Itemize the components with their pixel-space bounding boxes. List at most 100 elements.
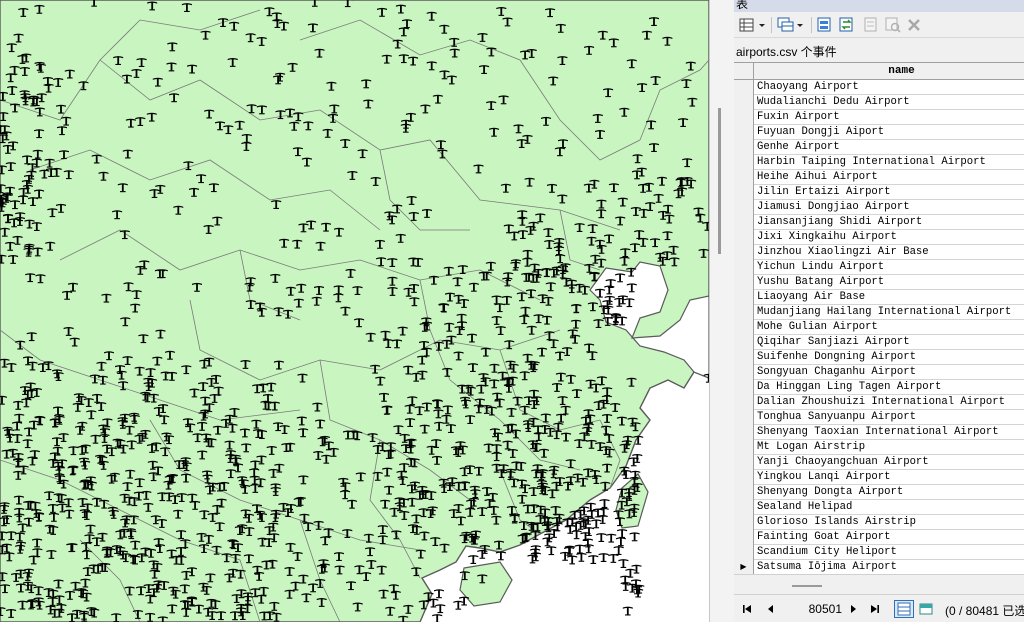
prev-record-button[interactable] (764, 602, 778, 616)
cell-name[interactable]: Songyuan Chaganhu Airport (757, 365, 916, 380)
row-selector[interactable] (734, 215, 754, 230)
table-row[interactable]: Wudalianchi Dedu Airport (734, 95, 1024, 110)
row-selector[interactable] (734, 365, 754, 380)
cell-name[interactable]: Fuyuan Dongji Aiport (757, 125, 884, 140)
row-selector[interactable] (734, 350, 754, 365)
table-row[interactable]: Yichun Lindu Airport (734, 260, 1024, 275)
table-row[interactable]: Yanji Chaoyangchuan Airport (734, 455, 1024, 470)
cell-name[interactable]: Tonghua Sanyuanpu Airport (757, 410, 916, 425)
map-view[interactable] (0, 0, 709, 622)
table-row[interactable]: Fainting Goat Airport (734, 530, 1024, 545)
row-selector[interactable] (734, 440, 754, 455)
show-all-records-button[interactable] (894, 600, 914, 618)
horizontal-scrollbar[interactable] (734, 574, 1024, 594)
row-selector[interactable] (734, 170, 754, 185)
table-row[interactable]: Glorioso Islands Airstrip (734, 515, 1024, 530)
attribute-grid[interactable]: name Chaoyang Airport Wudalianchi Dedu Ai… (734, 62, 1024, 575)
table-row[interactable]: Jilin Ertaizi Airport (734, 185, 1024, 200)
cell-name[interactable]: Qiqihar Sanjiazi Airport (757, 335, 910, 350)
zoom-to-selected-button[interactable] (884, 16, 902, 34)
row-selector[interactable] (734, 320, 754, 335)
table-row[interactable]: Jiamusi Dongjiao Airport (734, 200, 1024, 215)
cell-name[interactable]: Yingkou Lanqi Airport (757, 470, 891, 485)
last-record-button[interactable] (868, 602, 882, 616)
row-selector[interactable] (734, 95, 754, 110)
cell-name[interactable]: Sealand Helipad (757, 500, 852, 515)
map-canvas[interactable] (0, 0, 709, 622)
cell-name[interactable]: Liaoyang Air Base (757, 290, 865, 305)
cell-name[interactable]: Jiamusi Dongjiao Airport (757, 200, 910, 215)
delete-selected-button[interactable] (906, 16, 922, 34)
cell-name[interactable]: Wudalianchi Dedu Airport (757, 95, 910, 110)
table-row[interactable]: Mohe Gulian Airport (734, 320, 1024, 335)
table-options-button[interactable] (738, 16, 768, 34)
cell-name[interactable]: Genhe Airport (757, 140, 840, 155)
table-row[interactable]: Scandium City Heliport (734, 545, 1024, 560)
cell-name[interactable]: Jiansanjiang Shidi Airport (757, 215, 922, 230)
related-tables-button[interactable] (776, 16, 806, 34)
cell-name[interactable]: Jinzhou Xiaolingzi Air Base (757, 245, 929, 260)
cell-name[interactable]: Chaoyang Airport (757, 80, 859, 95)
switch-selection-button[interactable] (838, 16, 856, 34)
row-selector[interactable] (734, 140, 754, 155)
cell-name[interactable]: Dalian Zhoushuizi International Airport (757, 395, 1005, 410)
next-record-button[interactable] (846, 602, 860, 616)
cell-name[interactable]: Scandium City Heliport (757, 545, 897, 560)
cell-name[interactable]: Shenyang Taoxian International Airport (757, 425, 999, 440)
row-selector[interactable] (734, 530, 754, 545)
row-selector[interactable] (734, 335, 754, 350)
table-row[interactable]: Chaoyang Airport (734, 80, 1024, 95)
row-selector[interactable] (734, 290, 754, 305)
table-row[interactable]: Fuyuan Dongji Aiport (734, 125, 1024, 140)
table-row[interactable]: Suifenhe Dongning Airport (734, 350, 1024, 365)
row-selector[interactable] (734, 455, 754, 470)
row-selector[interactable] (734, 515, 754, 530)
row-selector[interactable]: ▶ (734, 560, 754, 575)
table-row[interactable]: Dalian Zhoushuizi International Airport (734, 395, 1024, 410)
cell-name[interactable]: Yushu Batang Airport (757, 275, 884, 290)
table-row[interactable]: Yushu Batang Airport (734, 275, 1024, 290)
cell-name[interactable]: Mudanjiang Hailang International Airport (757, 305, 1011, 320)
first-record-button[interactable] (740, 602, 754, 616)
cell-name[interactable]: Yichun Lindu Airport (757, 260, 884, 275)
row-selector[interactable] (734, 425, 754, 440)
record-number-input[interactable] (780, 600, 842, 617)
table-row[interactable]: Da Hinggan Ling Tagen Airport (734, 380, 1024, 395)
cell-name[interactable]: Harbin Taiping International Airport (757, 155, 986, 170)
grid-corner[interactable] (734, 63, 754, 79)
cell-name[interactable]: Mt Logan Airstrip (757, 440, 865, 455)
table-row[interactable]: Sealand Helipad (734, 500, 1024, 515)
row-selector[interactable] (734, 200, 754, 215)
row-selector[interactable] (734, 125, 754, 140)
table-row[interactable]: Qiqihar Sanjiazi Airport (734, 335, 1024, 350)
row-selector[interactable] (734, 80, 754, 95)
cell-name[interactable]: Shenyang Dongta Airport (757, 485, 903, 500)
table-row[interactable]: Shenyang Dongta Airport (734, 485, 1024, 500)
table-row[interactable]: ▶ Satsuma Iōjima Airport (734, 560, 1024, 575)
cell-name[interactable]: Satsuma Iōjima Airport (757, 560, 897, 575)
cell-name[interactable]: Suifenhe Dongning Airport (757, 350, 916, 365)
table-row[interactable]: Heihe Aihui Airport (734, 170, 1024, 185)
table-row[interactable]: Yingkou Lanqi Airport (734, 470, 1024, 485)
cell-name[interactable]: Da Hinggan Ling Tagen Airport (757, 380, 941, 395)
row-selector[interactable] (734, 545, 754, 560)
row-selector[interactable] (734, 245, 754, 260)
table-row[interactable]: Fuxin Airport (734, 110, 1024, 125)
table-row[interactable]: Jinzhou Xiaolingzi Air Base (734, 245, 1024, 260)
row-selector[interactable] (734, 110, 754, 125)
select-by-attributes-button[interactable] (816, 16, 834, 34)
row-selector[interactable] (734, 500, 754, 515)
row-selector[interactable] (734, 305, 754, 320)
cell-name[interactable]: Yanji Chaoyangchuan Airport (757, 455, 929, 470)
row-selector[interactable] (734, 230, 754, 245)
map-scrollbar-thumb[interactable] (718, 108, 721, 254)
cell-name[interactable]: Fainting Goat Airport (757, 530, 891, 545)
pane-splitter[interactable] (709, 0, 734, 622)
row-selector[interactable] (734, 155, 754, 170)
row-selector[interactable] (734, 470, 754, 485)
cell-name[interactable]: Heihe Aihui Airport (757, 170, 878, 185)
row-selector[interactable] (734, 380, 754, 395)
row-selector[interactable] (734, 410, 754, 425)
table-row[interactable]: Mudanjiang Hailang International Airport (734, 305, 1024, 320)
table-row[interactable]: Tonghua Sanyuanpu Airport (734, 410, 1024, 425)
